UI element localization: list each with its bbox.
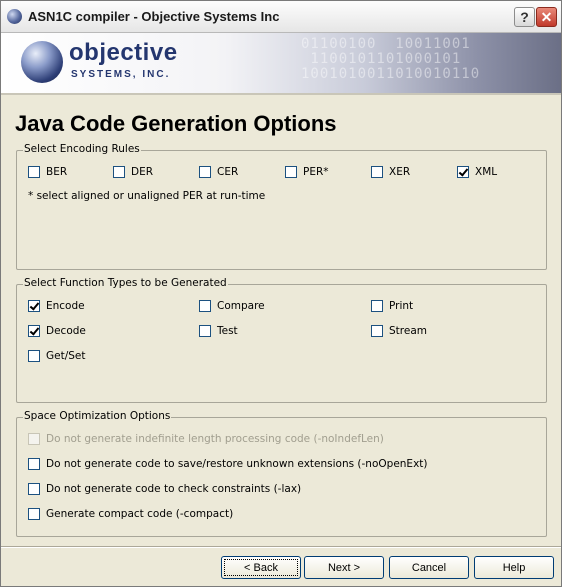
close-icon: ✕ [540, 8, 553, 25]
checkbox-label: Compare [217, 300, 265, 312]
checkbox-label: Encode [46, 300, 85, 312]
checkbox-box [28, 433, 40, 445]
checkbox-print[interactable]: Print [371, 300, 413, 312]
checkbox-ber[interactable]: BER [28, 166, 67, 178]
checkbox-no-open-ext[interactable]: Do not generate code to save/restore unk… [28, 458, 428, 470]
checkbox-compact[interactable]: Generate compact code (-compact) [28, 508, 233, 520]
checkbox-label: XML [475, 166, 498, 178]
checkbox-label: PER* [303, 166, 329, 178]
checkbox-box[interactable] [28, 350, 40, 362]
checkbox-label: Do not generate indefinite length proces… [46, 433, 384, 445]
logo-wordmark: objective [69, 39, 178, 66]
checkbox-box[interactable] [371, 166, 383, 178]
checkbox-label: Get/Set [46, 350, 86, 362]
checkbox-per[interactable]: PER* [285, 166, 329, 178]
checkbox-lax[interactable]: Do not generate code to check constraint… [28, 483, 301, 495]
window-title: ASN1C compiler - Objective Systems Inc [28, 9, 280, 24]
close-button[interactable]: ✕ [536, 7, 557, 27]
checkbox-test[interactable]: Test [199, 325, 238, 337]
checkbox-box[interactable] [28, 325, 40, 337]
binary-background-graphic: 01100100 10011001 1100101101000101 10010… [301, 36, 481, 82]
checkbox-xer[interactable]: XER [371, 166, 410, 178]
space-optimization-legend: Space Optimization Options [23, 410, 172, 422]
checkbox-label: Decode [46, 325, 86, 337]
checkbox-cer[interactable]: CER [199, 166, 238, 178]
title-bar[interactable]: ASN1C compiler - Objective Systems Inc ?… [1, 1, 561, 33]
checkbox-label: Test [217, 325, 238, 337]
checkbox-box[interactable] [28, 166, 40, 178]
per-footnote: * select aligned or unaligned PER at run… [28, 190, 266, 202]
checkbox-decode[interactable]: Decode [28, 325, 86, 337]
app-globe-icon [7, 9, 22, 24]
checkbox-box[interactable] [113, 166, 125, 178]
button-separator [1, 546, 561, 548]
checkbox-label: Do not generate code to save/restore unk… [46, 458, 428, 470]
logo-globe-icon [21, 41, 63, 83]
function-types-legend: Select Function Types to be Generated [23, 277, 228, 289]
checkbox-label: Generate compact code (-compact) [46, 508, 234, 520]
cancel-button[interactable]: Cancel [389, 556, 469, 579]
checkbox-label: Stream [389, 325, 427, 337]
checkbox-box[interactable] [28, 508, 40, 520]
checkbox-label: Print [389, 300, 414, 312]
checkbox-box[interactable] [28, 483, 40, 495]
checkbox-encode[interactable]: Encode [28, 300, 85, 312]
checkbox-box[interactable] [199, 166, 211, 178]
checkbox-box[interactable] [371, 300, 383, 312]
checkbox-get-set[interactable]: Get/Set [28, 350, 86, 362]
next-button[interactable]: Next > [304, 556, 384, 579]
logo-subtitle: SYSTEMS, INC. [71, 69, 171, 80]
checkbox-label: XER [389, 166, 411, 178]
banner: 01100100 10011001 1100101101000101 10010… [1, 33, 561, 95]
asn1c-wizard-window: ASN1C compiler - Objective Systems Inc ?… [0, 0, 562, 587]
checkbox-box[interactable] [28, 458, 40, 470]
encoding-rules-legend: Select Encoding Rules [23, 143, 141, 155]
checkbox-compare[interactable]: Compare [199, 300, 265, 312]
checkbox-der[interactable]: DER [113, 166, 153, 178]
checkbox-label: CER [217, 166, 239, 178]
checkbox-box[interactable] [457, 166, 469, 178]
checkbox-label: BER [46, 166, 68, 178]
help-titlebar-button[interactable]: ? [514, 7, 535, 27]
checkbox-no-indef-len: Do not generate indefinite length proces… [28, 433, 384, 445]
help-button[interactable]: Help [474, 556, 554, 579]
back-button[interactable]: < Back [221, 556, 301, 579]
checkbox-box[interactable] [371, 325, 383, 337]
checkbox-box[interactable] [199, 300, 211, 312]
checkbox-box[interactable] [285, 166, 297, 178]
page-title: Java Code Generation Options [15, 111, 337, 136]
function-types-group: Select Function Types to be Generated [16, 277, 547, 403]
checkbox-label: DER [131, 166, 154, 178]
checkbox-label: Do not generate code to check constraint… [46, 483, 302, 495]
checkbox-xml[interactable]: XML [457, 166, 497, 178]
checkbox-stream[interactable]: Stream [371, 325, 427, 337]
question-mark-icon: ? [520, 9, 529, 25]
checkbox-box[interactable] [28, 300, 40, 312]
checkbox-box[interactable] [199, 325, 211, 337]
